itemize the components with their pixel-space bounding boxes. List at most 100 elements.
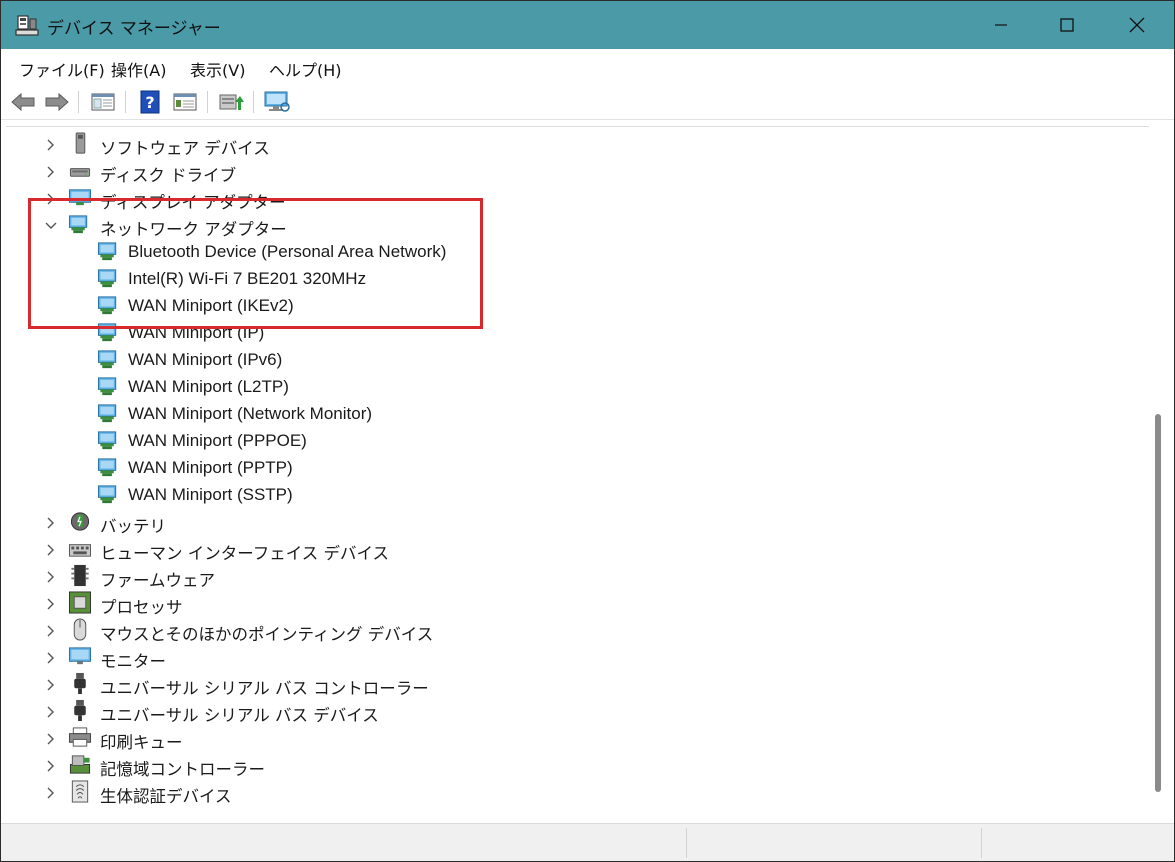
scrollbar-thumb[interactable] [1155, 414, 1161, 792]
tree-device-wan-miniport-pppoe[interactable]: WAN Miniport (PPPOE) [6, 429, 1106, 456]
window-title: デバイス マネージャー [47, 19, 221, 39]
show-hide-console-tree-icon [91, 93, 115, 111]
back-button[interactable] [9, 89, 37, 115]
tree-device-wan-miniport-network-monitor[interactable]: WAN Miniport (Network Monitor) [6, 402, 1106, 429]
network-adapter-icon [97, 458, 117, 477]
update-driver-icon [219, 94, 244, 110]
processor-icon [68, 591, 92, 614]
tree-category-label: モニター [100, 652, 166, 671]
tree-category-label: ディスク ドライブ [100, 166, 237, 185]
tree-category-label: ユニバーサル シリアル バス デバイス [100, 706, 379, 725]
chevron-right-icon[interactable] [44, 624, 58, 638]
network-adapter-icon [97, 485, 117, 504]
chevron-right-icon[interactable] [44, 516, 58, 530]
chevron-right-icon[interactable] [44, 165, 58, 179]
update-driver-button[interactable] [217, 89, 245, 115]
chevron-right-icon[interactable] [44, 732, 58, 746]
chevron-right-icon[interactable] [44, 597, 58, 611]
tree-category-label: ファームウェア [100, 571, 216, 590]
tree-device-label: WAN Miniport (PPPOE) [128, 431, 307, 450]
menu-file[interactable]: ファイル(F) [19, 57, 105, 81]
tree-category-label: プロセッサ [100, 598, 183, 617]
forward-arrow-icon [45, 92, 69, 112]
tree-device-wan-miniport-l2tp[interactable]: WAN Miniport (L2TP) [6, 375, 1106, 402]
tree-category-label: ヒューマン インターフェイス デバイス [100, 544, 390, 563]
tree-device-label: WAN Miniport (L2TP) [128, 377, 289, 396]
chevron-right-icon[interactable] [44, 678, 58, 692]
minimize-icon [995, 24, 1007, 26]
minimize-button[interactable] [978, 1, 1024, 49]
firmware-icon [71, 564, 89, 587]
maximize-icon [1060, 18, 1074, 32]
tree-device-wan-miniport-sstp[interactable]: WAN Miniport (SSTP) [6, 483, 1106, 510]
tree-category-label: ソフトウェア デバイス [100, 139, 270, 158]
chevron-right-icon[interactable] [44, 543, 58, 557]
network-adapter-icon [97, 350, 117, 369]
tree-category[interactable]: マウスとそのほかのポインティング デバイス [6, 618, 1106, 645]
tree-category-label: マウスとそのほかのポインティング デバイス [100, 625, 434, 644]
menu-help[interactable]: ヘルプ(H) [269, 57, 342, 81]
tree-category[interactable]: プロセッサ [6, 591, 1106, 618]
mouse-icon [73, 618, 87, 641]
tree-category[interactable]: ファームウェア [6, 564, 1106, 591]
toolbar: ? [1, 85, 1174, 120]
tree-category[interactable]: バッテリ [6, 510, 1106, 537]
chevron-right-icon[interactable] [44, 138, 58, 152]
help-button[interactable]: ? [136, 89, 164, 115]
tree-category[interactable]: ソフトウェア デバイス [6, 132, 1106, 159]
tree-category[interactable]: 記憶域コントローラー [6, 753, 1106, 780]
network-adapter-icon [97, 404, 117, 423]
printer-icon [68, 727, 92, 747]
help-icon: ? [140, 90, 160, 114]
forward-button[interactable] [43, 89, 71, 115]
tree-category[interactable]: ディスク ドライブ [6, 159, 1106, 186]
close-icon [1129, 17, 1145, 33]
vertical-scrollbar[interactable] [1149, 126, 1174, 821]
tree-device-wan-miniport-pptp[interactable]: WAN Miniport (PPTP) [6, 456, 1106, 483]
chevron-right-icon[interactable] [44, 759, 58, 773]
tree-category-label: 生体認証デバイス [100, 787, 232, 806]
software-device-icon [75, 132, 86, 154]
battery-icon [70, 512, 90, 531]
menu-action[interactable]: 操作(A) [111, 57, 166, 81]
chevron-right-icon[interactable] [44, 786, 58, 800]
highlight-box [28, 198, 483, 329]
network-adapter-icon [97, 431, 117, 450]
tree-category[interactable]: ヒューマン インターフェイス デバイス [6, 537, 1106, 564]
close-button[interactable] [1114, 1, 1160, 49]
tree-category[interactable]: 印刷キュー [6, 726, 1106, 753]
tree-category[interactable]: ユニバーサル シリアル バス コントローラー [6, 672, 1106, 699]
status-bar [1, 823, 1174, 861]
tree-category[interactable]: 生体認証デバイス [6, 780, 1106, 807]
properties-button[interactable] [171, 89, 199, 115]
scan-hardware-changes-icon [264, 91, 290, 112]
title-bar[interactable]: デバイス マネージャー [1, 1, 1174, 49]
status-bar-divider [981, 828, 982, 858]
chevron-right-icon[interactable] [44, 705, 58, 719]
toolbar-separator [78, 91, 79, 113]
chevron-right-icon[interactable] [44, 651, 58, 665]
biometric-icon [71, 780, 89, 803]
tree-device-wan-miniport-ipv6[interactable]: WAN Miniport (IPv6) [6, 348, 1106, 375]
menu-view[interactable]: 表示(V) [190, 57, 245, 81]
tree-device-label: WAN Miniport (PPTP) [128, 458, 293, 477]
device-manager-window: デバイス マネージャー ファイル(F) 操作(A) 表示(V) ヘルプ(H) ? [0, 0, 1175, 862]
disk-drive-icon [69, 168, 91, 177]
toolbar-separator [207, 91, 208, 113]
chevron-right-icon[interactable] [44, 570, 58, 584]
tree-category-label: 記憶域コントローラー [100, 760, 265, 779]
show-hide-console-tree-button[interactable] [89, 89, 117, 115]
device-manager-app-icon [15, 15, 39, 36]
menu-bar: ファイル(F) 操作(A) 表示(V) ヘルプ(H) [1, 49, 1174, 84]
tree-category[interactable]: モニター [6, 645, 1106, 672]
toolbar-separator [125, 91, 126, 113]
tree-category-label: バッテリ [100, 517, 166, 536]
scan-hardware-changes-button[interactable] [263, 89, 291, 115]
maximize-button[interactable] [1044, 1, 1090, 49]
tree-category-label: 印刷キュー [100, 733, 183, 752]
svg-text:?: ? [145, 93, 154, 112]
tree-device-label: WAN Miniport (SSTP) [128, 485, 293, 504]
toolbar-separator [253, 91, 254, 113]
tree-category[interactable]: ユニバーサル シリアル バス デバイス [6, 699, 1106, 726]
properties-icon [173, 93, 197, 111]
